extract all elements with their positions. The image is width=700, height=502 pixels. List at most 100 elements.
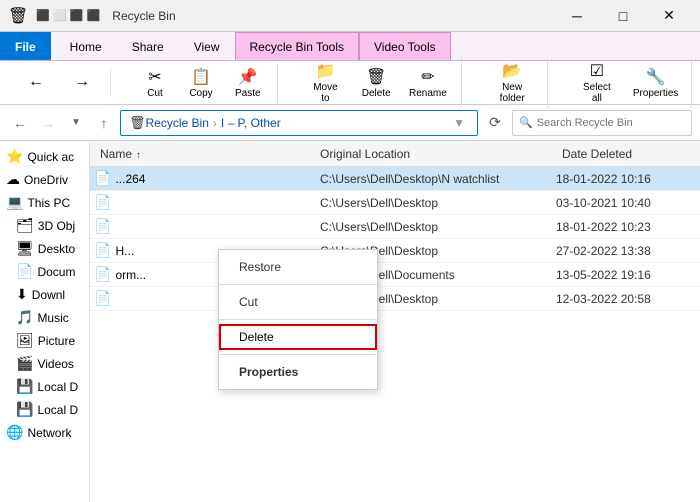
col-header-date[interactable]: Date Deleted <box>556 147 696 161</box>
address-bar: ← → ▼ ↑ 🗑 Recycle Bin › I – P, Other ▼ ⟳… <box>0 105 700 141</box>
tab-home[interactable]: Home <box>55 32 117 60</box>
recent-button[interactable]: ▼ <box>64 111 88 135</box>
sidebar: Quick ac ☁ OneDriv 💻 This PC 🗂 3D Obj 🖥 … <box>0 141 90 502</box>
select-all-icon: ☑ <box>590 61 604 81</box>
address-path[interactable]: 🗑 Recycle Bin › I – P, Other ▼ <box>120 110 478 136</box>
sidebar-item-desktop[interactable]: 🖥 Deskto <box>0 237 89 260</box>
col-location-label: Original Location <box>320 147 410 161</box>
tab-share[interactable]: Share <box>117 32 179 60</box>
path-sep-1: › <box>213 116 217 130</box>
ribbon-group-organize: 📁 Move to 🗑 Delete ✏ Rename <box>294 57 462 108</box>
ribbon-btn-forward[interactable]: → <box>62 69 102 96</box>
file-date-cell: 03-10-2021 10:40 <box>556 196 696 210</box>
table-row[interactable]: 📄 H... C:\Users\Dell\Desktop 27-02-2022 … <box>90 239 700 263</box>
forward-button[interactable]: → <box>36 111 60 135</box>
file-icon: 📄 <box>94 170 111 187</box>
context-menu-delete[interactable]: Delete <box>219 324 377 350</box>
file-list: Name Original Location Date Deleted 📄 ..… <box>90 141 700 502</box>
sidebar-label-network: Network <box>27 426 71 440</box>
table-row[interactable]: 📄 C:\Users\Dell\Desktop 03-10-2021 10:40 <box>90 191 700 215</box>
ribbon-btn-new-folder[interactable]: 📂 New folder <box>486 57 539 108</box>
sidebar-label-3d: 3D Obj <box>38 219 75 233</box>
table-row[interactable]: 📄 ...264 C:\Users\Dell\Desktop\N watchli… <box>90 167 700 191</box>
sidebar-label-videos: Videos <box>37 357 73 371</box>
sidebar-item-documents[interactable]: 📄 Docum <box>0 260 89 283</box>
forward-icon: → <box>74 73 90 91</box>
col-header-location[interactable]: Original Location <box>314 147 556 161</box>
sidebar-item-onedrive[interactable]: ☁ OneDriv <box>0 168 89 191</box>
context-menu-cut[interactable]: Cut <box>219 289 377 315</box>
file-name-text: ...264 <box>115 172 145 186</box>
sidebar-item-music[interactable]: 🎵 Music <box>0 306 89 329</box>
table-row[interactable]: 📄 C:\Users\Dell\Desktop 18-01-2022 10:23 <box>90 215 700 239</box>
sidebar-item-3d[interactable]: 🗂 3D Obj <box>0 214 89 237</box>
context-menu-sep-3 <box>219 354 377 355</box>
ribbon-btn-move[interactable]: 📁 Move to <box>302 57 350 108</box>
file-icon: 📄 <box>94 242 111 259</box>
col-header-name[interactable]: Name <box>94 147 314 161</box>
delete-label: Delete <box>239 330 274 344</box>
ribbon-btn-properties[interactable]: 🔧 Properties <box>628 63 683 103</box>
refresh-button[interactable]: ⟳ <box>482 110 508 136</box>
ribbon-btn-copy[interactable]: 📋 Copy <box>181 63 221 103</box>
sidebar-item-videos[interactable]: 🎬 Videos <box>0 352 89 375</box>
ribbon-btn-back[interactable]: ← <box>16 69 56 96</box>
close-button[interactable]: ✕ <box>646 0 692 32</box>
path-recycle-bin[interactable]: Recycle Bin <box>146 116 209 130</box>
search-box[interactable]: 🔍 <box>512 110 692 136</box>
ribbon-btn-cut[interactable]: ✂ Cut <box>135 63 175 103</box>
tab-recycle-bin-tools[interactable]: Recycle Bin Tools <box>235 32 360 60</box>
back-button[interactable]: ← <box>8 111 32 135</box>
tab-view[interactable]: View <box>179 32 235 60</box>
ribbon-content: ← → ✂ Cut 📋 Copy 📌 Paste 📁 Move to 🗑 Del… <box>0 61 700 105</box>
tab-video-tools[interactable]: Video Tools <box>359 32 451 60</box>
file-icon: 📄 <box>94 290 111 307</box>
search-input[interactable] <box>537 117 685 129</box>
file-location-cell: C:\Users\Dell\Desktop <box>314 220 556 234</box>
title-bar: 🗑 ⬛ ⬜ ⬛ ⬛ Recycle Bin ─ □ ✕ <box>0 0 700 32</box>
ribbon-btn-paste[interactable]: 📌 Paste <box>227 63 269 103</box>
ribbon-btn-delete[interactable]: 🗑 Delete <box>355 63 397 103</box>
move-icon: 📁 <box>315 61 335 81</box>
path-icon: 🗑 <box>129 115 146 131</box>
sidebar-item-this-pc[interactable]: 💻 This PC <box>0 191 89 214</box>
sidebar-item-pictures[interactable]: 🖼 Picture <box>0 329 89 352</box>
sidebar-item-local-c[interactable]: 💾 Local D <box>0 375 89 398</box>
properties-icon: 🔧 <box>646 67 666 87</box>
sidebar-item-local-d[interactable]: 💾 Local D <box>0 398 89 421</box>
file-name-cell: 📄 <box>94 218 314 235</box>
minimize-button[interactable]: ─ <box>554 0 600 32</box>
sidebar-item-downloads[interactable]: ⬇ Downl <box>0 283 89 306</box>
ribbon-btn-select-all[interactable]: ☑ Select all <box>572 57 623 108</box>
context-menu-restore[interactable]: Restore <box>219 254 377 280</box>
properties-label: Properties <box>239 365 298 379</box>
sidebar-label-pictures: Picture <box>38 334 75 348</box>
context-menu-properties[interactable]: Properties <box>219 359 377 385</box>
ribbon-btn-rename[interactable]: ✏ Rename <box>403 63 453 103</box>
table-row[interactable]: 📄 orm... C:\Users\Dell\Documents 13-05-2… <box>90 263 700 287</box>
up-button[interactable]: ↑ <box>92 111 116 135</box>
dropdown-arrow: ▼ <box>453 116 465 130</box>
cut-label: Cut <box>147 88 163 99</box>
path-current[interactable]: I – P, Other <box>221 116 281 130</box>
sort-arrow <box>136 147 141 161</box>
file-list-header: Name Original Location Date Deleted <box>90 141 700 167</box>
copy-icon: 📋 <box>191 67 211 87</box>
3d-icon: 🗂 <box>16 217 34 234</box>
tab-file[interactable]: File <box>0 32 51 60</box>
new-folder-label: New folder <box>494 82 531 104</box>
rename-icon: ✏ <box>421 67 434 87</box>
downloads-icon: ⬇ <box>16 286 28 303</box>
sidebar-item-network[interactable]: 🌐 Network <box>0 421 89 444</box>
file-name-cell: 📄 ...264 <box>94 170 314 187</box>
sidebar-label-music: Music <box>37 311 68 325</box>
sidebar-item-quick-access[interactable]: Quick ac <box>0 145 89 168</box>
rename-label: Rename <box>409 88 447 99</box>
network-icon: 🌐 <box>6 424 23 441</box>
file-icon: 📄 <box>94 194 111 211</box>
sidebar-label-quick-access: Quick ac <box>27 150 74 164</box>
maximize-button[interactable]: □ <box>600 0 646 32</box>
table-row[interactable]: 📄 C:\Users\Dell\Desktop 12-03-2022 20:58 <box>90 287 700 311</box>
select-all-label: Select all <box>580 82 615 104</box>
quick-access-icon <box>6 148 23 165</box>
